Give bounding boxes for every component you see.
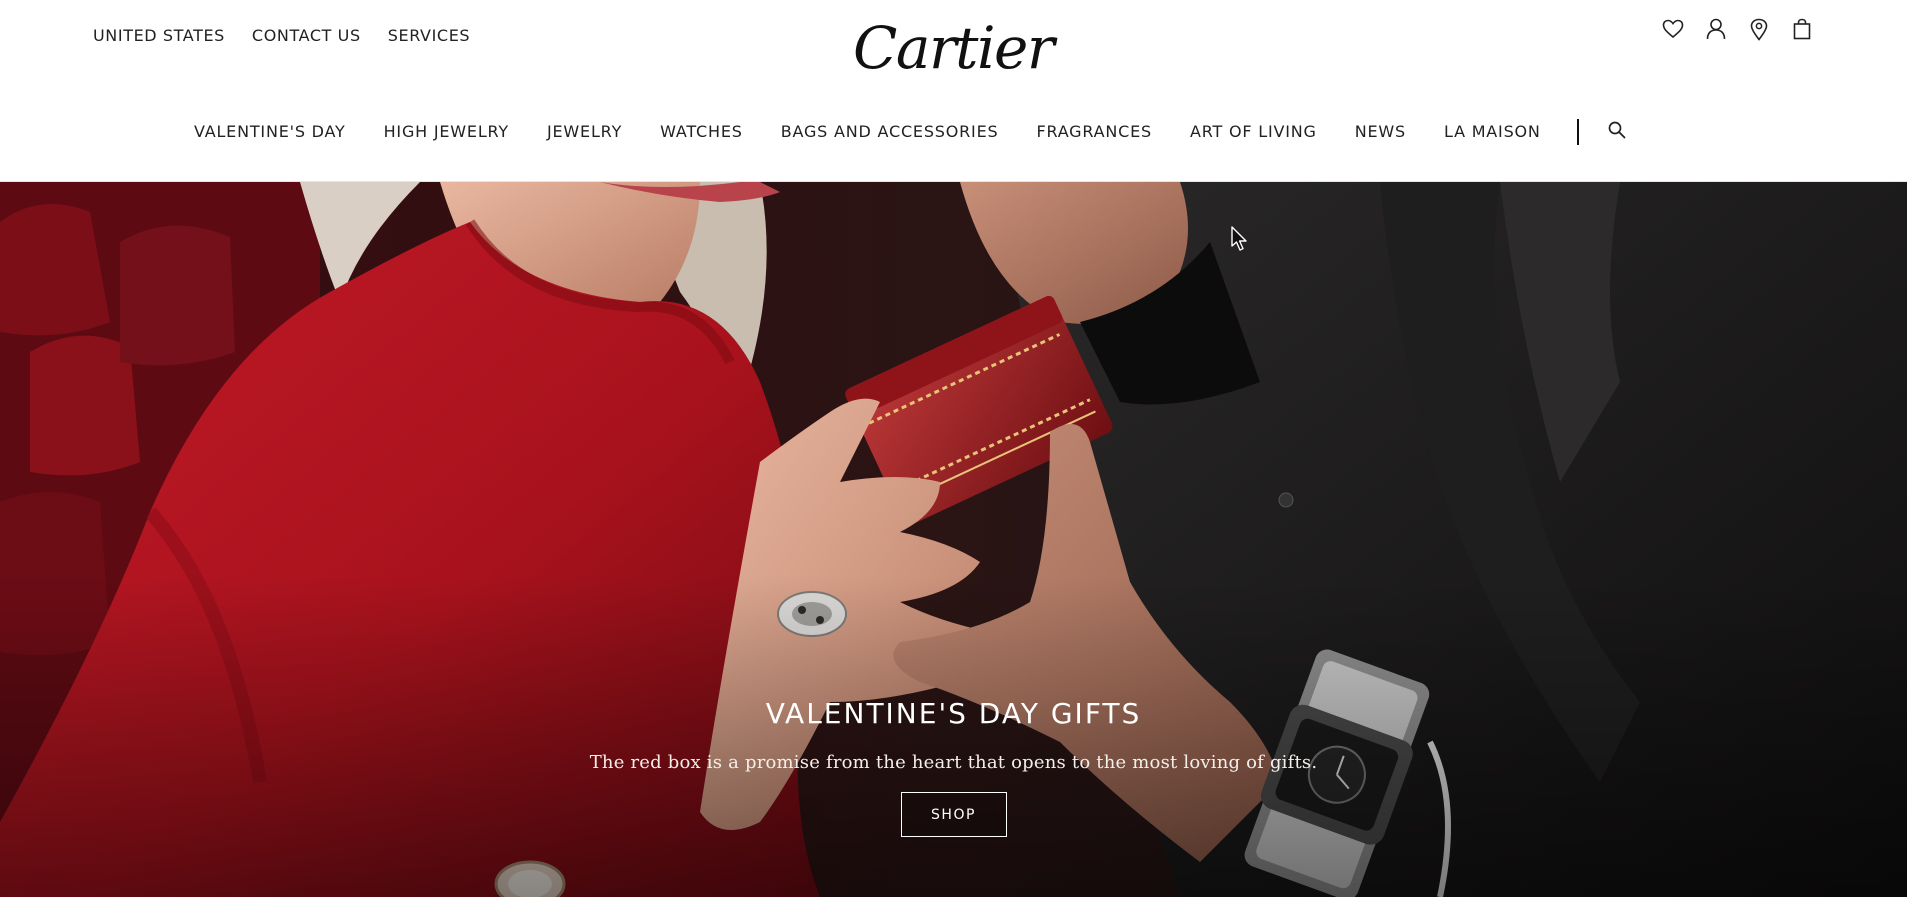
shopping-bag-icon [1793, 18, 1811, 40]
utility-link-country[interactable]: UNITED STATES [93, 25, 225, 47]
nav-item-news[interactable]: NEWS [1355, 120, 1406, 144]
utility-nav: UNITED STATES CONTACT US SERVICES [93, 25, 470, 47]
location-pin-icon [1750, 18, 1768, 41]
nav-item-jewelry[interactable]: JEWELRY [547, 120, 622, 144]
store-locator-button[interactable] [1746, 16, 1771, 42]
nav-item-bags-and-accessories[interactable]: BAGS AND ACCESSORIES [781, 120, 999, 144]
utility-link-services[interactable]: SERVICES [388, 25, 470, 47]
nav-item-valentines-day[interactable]: VALENTINE'S DAY [194, 120, 346, 144]
hero-subtitle: The red box is a promise from the heart … [589, 752, 1318, 773]
nav-item-art-of-living[interactable]: ART OF LIVING [1190, 120, 1317, 144]
search-icon [1607, 120, 1627, 144]
mouse-cursor-icon [1231, 226, 1247, 251]
account-icon-bar [1660, 16, 1814, 42]
user-icon [1706, 18, 1726, 40]
nav-divider [1576, 119, 1579, 145]
hero-banner[interactable]: VALENTINE'S DAY GIFTS The red box is a p… [0, 182, 1907, 897]
nav-item-high-jewelry[interactable]: HIGH JEWELRY [384, 120, 509, 144]
site-header: UNITED STATES CONTACT US SERVICES Cartie… [0, 0, 1907, 182]
main-nav: VALENTINE'S DAY HIGH JEWELRY JEWELRY WAT… [194, 119, 1629, 145]
heart-icon [1662, 19, 1684, 39]
wishlist-button[interactable] [1660, 16, 1685, 42]
brand-logo[interactable]: Cartier [853, 8, 1055, 88]
shop-button[interactable]: SHOP [900, 792, 1007, 837]
hero-content: VALENTINE'S DAY GIFTS The red box is a p… [0, 694, 1907, 837]
account-button[interactable] [1703, 16, 1728, 42]
utility-link-contact-us[interactable]: CONTACT US [252, 25, 361, 47]
page: UNITED STATES CONTACT US SERVICES Cartie… [0, 0, 1907, 897]
cart-button[interactable] [1789, 16, 1814, 42]
hero-title: VALENTINE'S DAY GIFTS [765, 697, 1142, 730]
nav-item-la-maison[interactable]: LA MAISON [1444, 120, 1541, 144]
search-button[interactable] [1605, 120, 1629, 144]
nav-item-watches[interactable]: WATCHES [660, 120, 743, 144]
nav-item-fragrances[interactable]: FRAGRANCES [1036, 120, 1152, 144]
